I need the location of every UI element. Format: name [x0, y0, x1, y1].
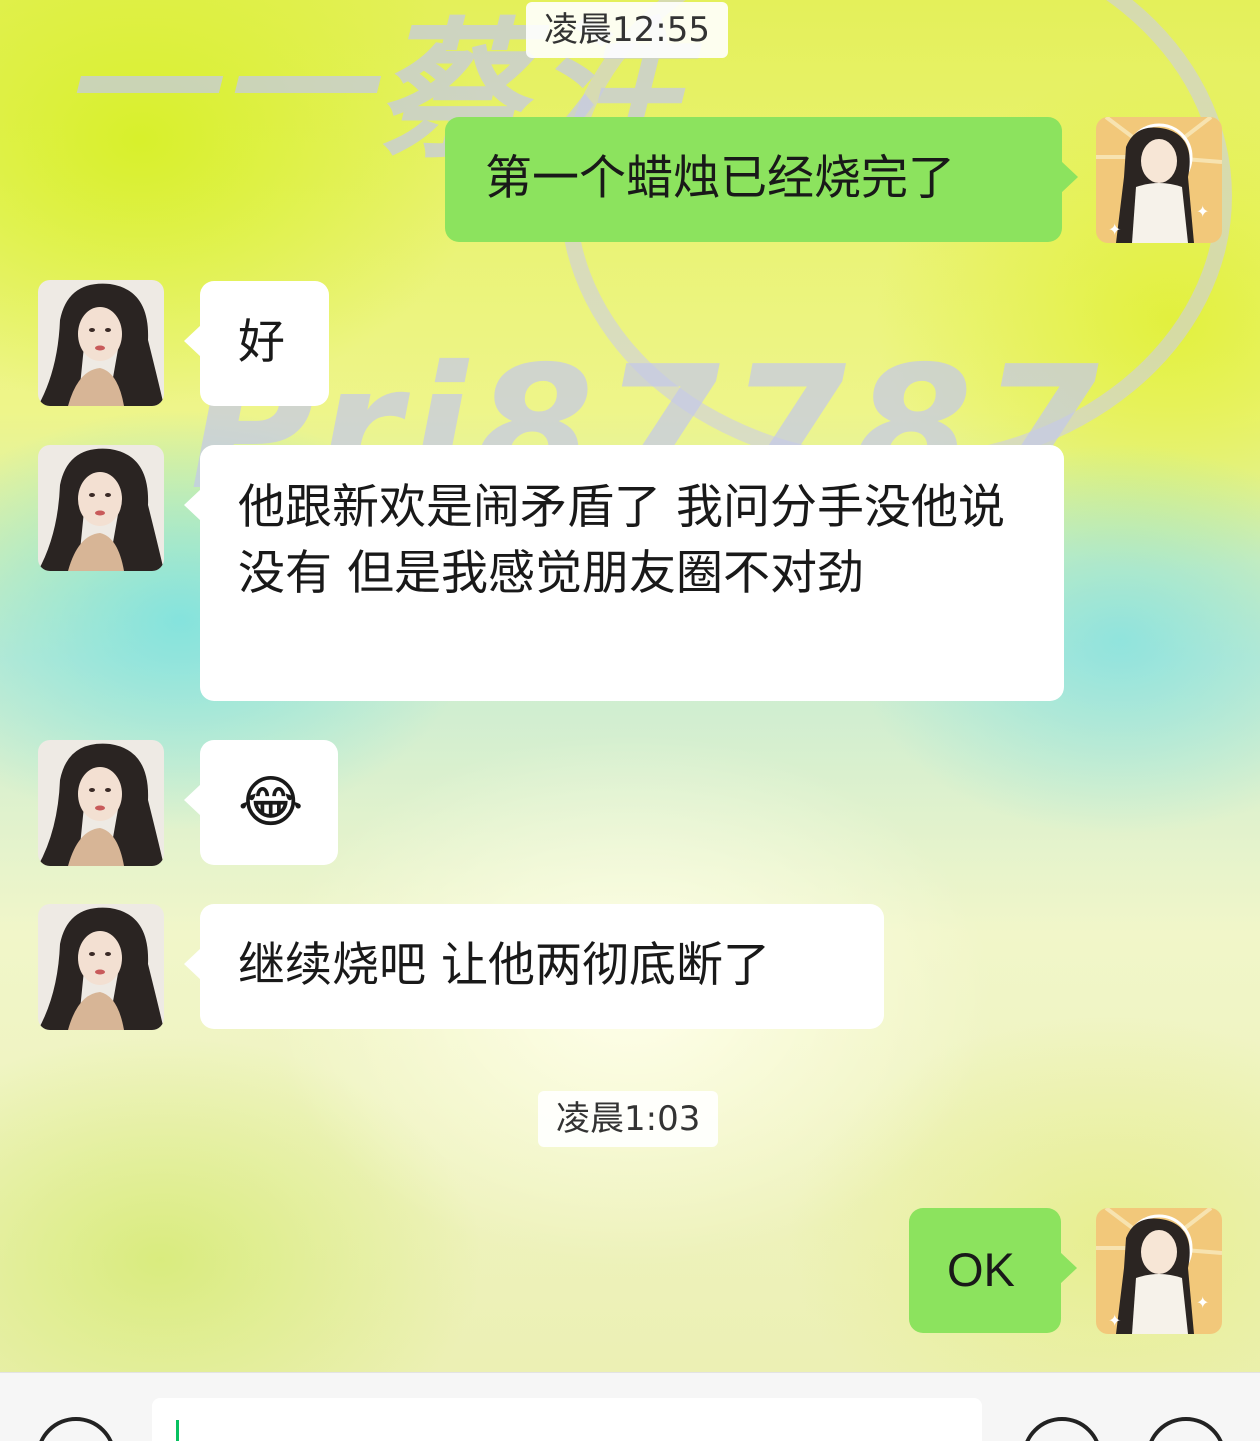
contact-avatar-image-icon	[38, 740, 164, 866]
voice-icon[interactable]	[36, 1417, 116, 1441]
message-bubble-self[interactable]: OK	[909, 1208, 1077, 1333]
self-avatar-image-icon: ✦ ✦	[1096, 117, 1222, 243]
self-avatar[interactable]: ✦ ✦	[1096, 1208, 1222, 1334]
svg-text:✦: ✦	[1108, 220, 1121, 239]
input-bar	[0, 1372, 1260, 1441]
contact-avatar[interactable]	[38, 740, 164, 866]
message-bubble-contact[interactable]: 继续烧吧 让他两彻底断了	[184, 904, 884, 1029]
contact-avatar-image-icon	[38, 904, 164, 1030]
svg-text:✦: ✦	[1196, 202, 1209, 221]
contact-avatar[interactable]	[38, 445, 164, 571]
self-avatar[interactable]: ✦ ✦	[1096, 117, 1222, 243]
contact-avatar-image-icon	[38, 445, 164, 571]
message-bubble-self[interactable]: 第一个蜡烛已经烧完了	[445, 117, 1078, 242]
text-caret	[176, 1420, 179, 1441]
contact-avatar[interactable]	[38, 904, 164, 1030]
svg-text:✦: ✦	[1196, 1293, 1209, 1312]
contact-avatar-image-icon	[38, 280, 164, 406]
message-bubble-contact[interactable]: 他跟新欢是闹矛盾了 我问分手没他说没有 但是我感觉朋友圈不对劲	[184, 445, 1064, 701]
self-avatar-image-icon: ✦ ✦	[1096, 1208, 1222, 1334]
timestamp: 凌晨1:03	[538, 1091, 719, 1147]
emoji-icon[interactable]	[1022, 1417, 1102, 1441]
message-input[interactable]	[152, 1398, 982, 1441]
contact-avatar[interactable]	[38, 280, 164, 406]
message-bubble-contact[interactable]: 好	[184, 281, 329, 406]
svg-text:✦: ✦	[1108, 1311, 1121, 1330]
plus-icon[interactable]	[1146, 1417, 1226, 1441]
message-bubble-contact-emoji[interactable]: 😂	[184, 740, 338, 865]
timestamp: 凌晨12:55	[526, 2, 728, 58]
